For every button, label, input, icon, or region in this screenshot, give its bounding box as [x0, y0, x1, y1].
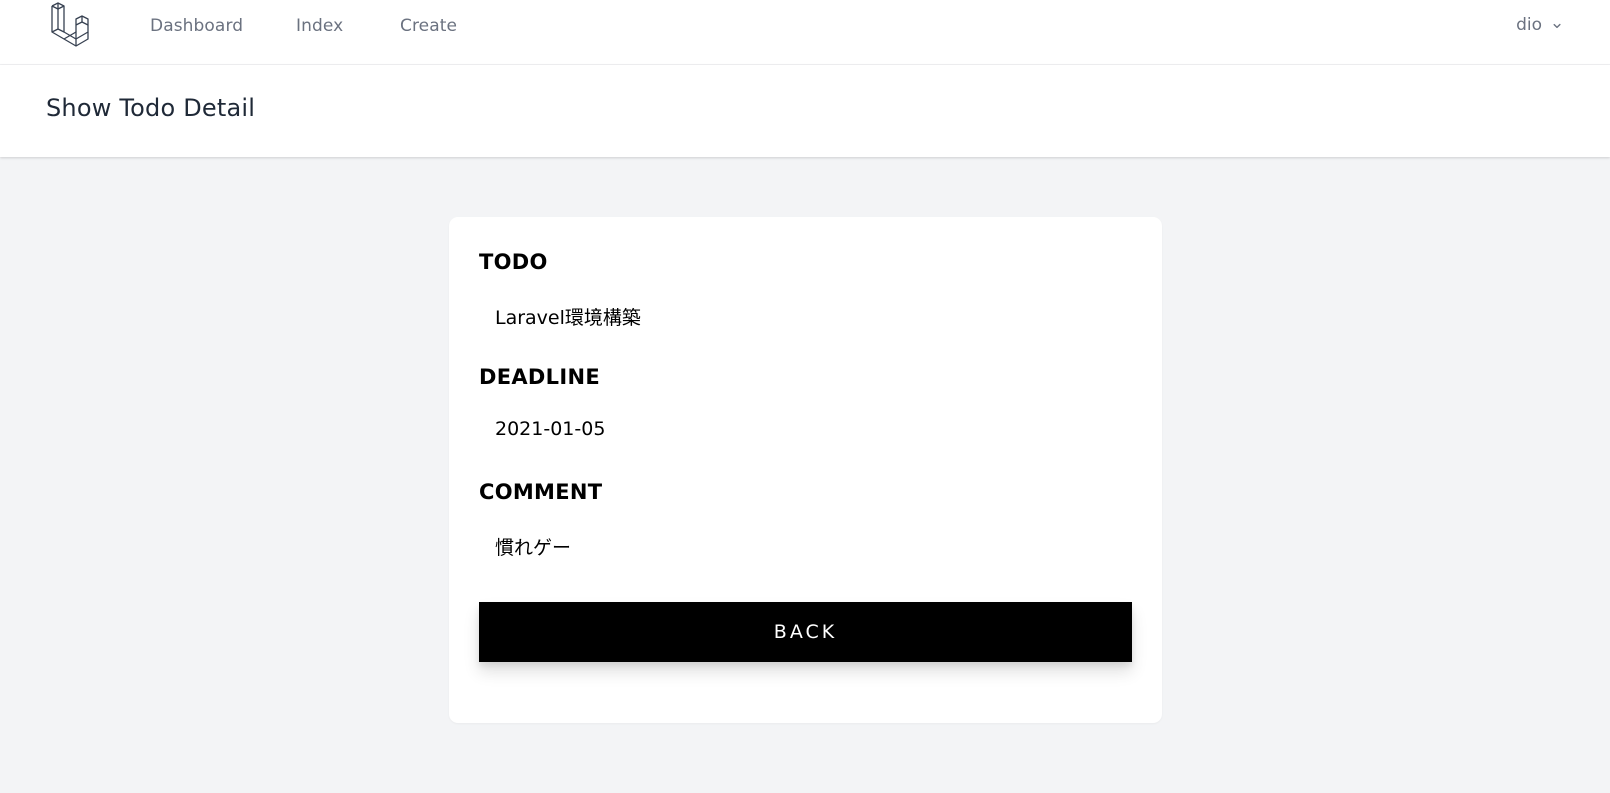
back-button[interactable]: BACK — [479, 602, 1132, 662]
top-navbar: Dashboard Index Create dio — [0, 0, 1610, 65]
user-name: dio — [1516, 15, 1542, 35]
page-title: Show Todo Detail — [46, 94, 256, 122]
nav-link-index[interactable]: Index — [296, 16, 343, 36]
todo-value: Laravel環境構築 — [495, 307, 641, 329]
page-header: Show Todo Detail — [0, 65, 1610, 157]
laravel-logo-icon[interactable] — [48, 1, 96, 49]
comment-value: 慣れゲー — [495, 537, 572, 559]
deadline-value: 2021-01-05 — [495, 418, 606, 440]
chevron-down-icon — [1553, 23, 1561, 29]
comment-label: COMMENT — [479, 480, 603, 504]
nav-link-create[interactable]: Create — [400, 16, 457, 36]
nav-link-dashboard[interactable]: Dashboard — [150, 16, 243, 36]
deadline-label: DEADLINE — [479, 365, 600, 389]
todo-label: TODO — [479, 250, 548, 274]
todo-detail-card: TODO Laravel環境構築 DEADLINE 2021-01-05 COM… — [449, 217, 1162, 723]
user-dropdown[interactable]: dio — [1516, 15, 1564, 35]
